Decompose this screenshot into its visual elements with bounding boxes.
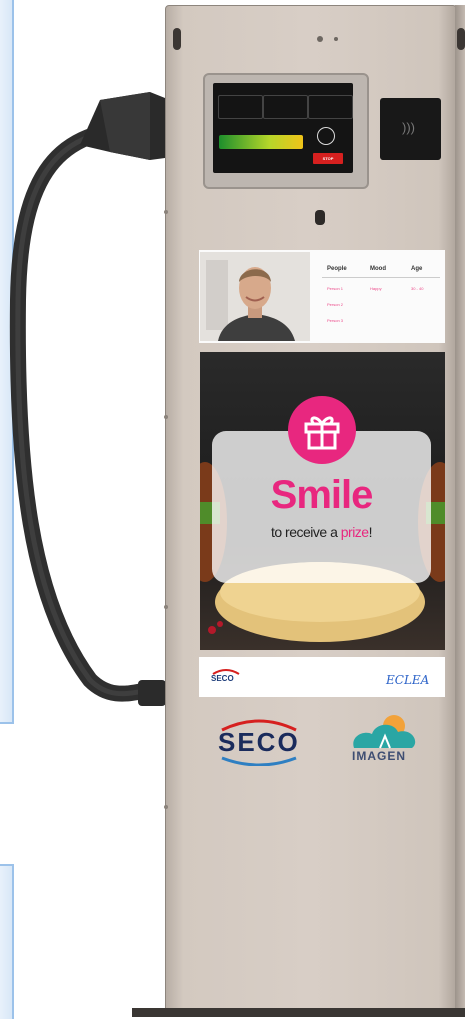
contactless-icon: ))): [402, 120, 415, 135]
table-row-mood: Happy: [370, 286, 382, 291]
screw: [164, 605, 168, 609]
table-row-age: 30 - 40: [411, 286, 424, 291]
display-cell: [218, 95, 263, 119]
imagen-logo-mark: [353, 715, 416, 749]
display-cell: [263, 95, 308, 119]
rfid-reader[interactable]: ))): [380, 98, 441, 160]
kiosk-base: [132, 1008, 465, 1017]
gift-icon: [288, 396, 356, 464]
imagen-logo: IMAGEN: [352, 749, 406, 763]
seco-logo: SECO: [218, 727, 300, 757]
mount-slot: [173, 28, 181, 50]
seco-small-logo: SECO: [211, 674, 234, 683]
table-row-person: Person 3: [327, 318, 344, 323]
table-header-people: People: [327, 266, 347, 272]
key-lock: [315, 210, 325, 225]
stop-button[interactable]: STOP: [313, 153, 343, 164]
person-photo: [200, 252, 310, 341]
table-header-mood: Mood: [370, 266, 386, 272]
ad-tagline: to receive a prize!: [270, 524, 373, 540]
screw: [164, 805, 168, 809]
charge-progress-bar: [219, 135, 303, 149]
control-display[interactable]: STOP: [213, 83, 353, 173]
mount-slot: [457, 28, 465, 50]
display-cell: [308, 95, 353, 119]
camera-lens: [317, 36, 323, 42]
sensor-dot: [334, 37, 338, 41]
table-row-person: Person 1: [327, 286, 344, 291]
table-header-age: Age: [411, 266, 423, 272]
ad-headline: Smile: [270, 473, 374, 517]
eclea-logo: ECLEA: [386, 673, 430, 687]
kiosk-side-panel: [455, 5, 465, 1010]
charge-plug-icon: [317, 127, 335, 145]
table-divider: [322, 277, 440, 278]
person-silhouette: [200, 252, 310, 341]
screw: [164, 210, 168, 214]
table-row-person: Person 2: [327, 302, 344, 307]
screw: [164, 415, 168, 419]
display-status-bar: [213, 83, 353, 91]
